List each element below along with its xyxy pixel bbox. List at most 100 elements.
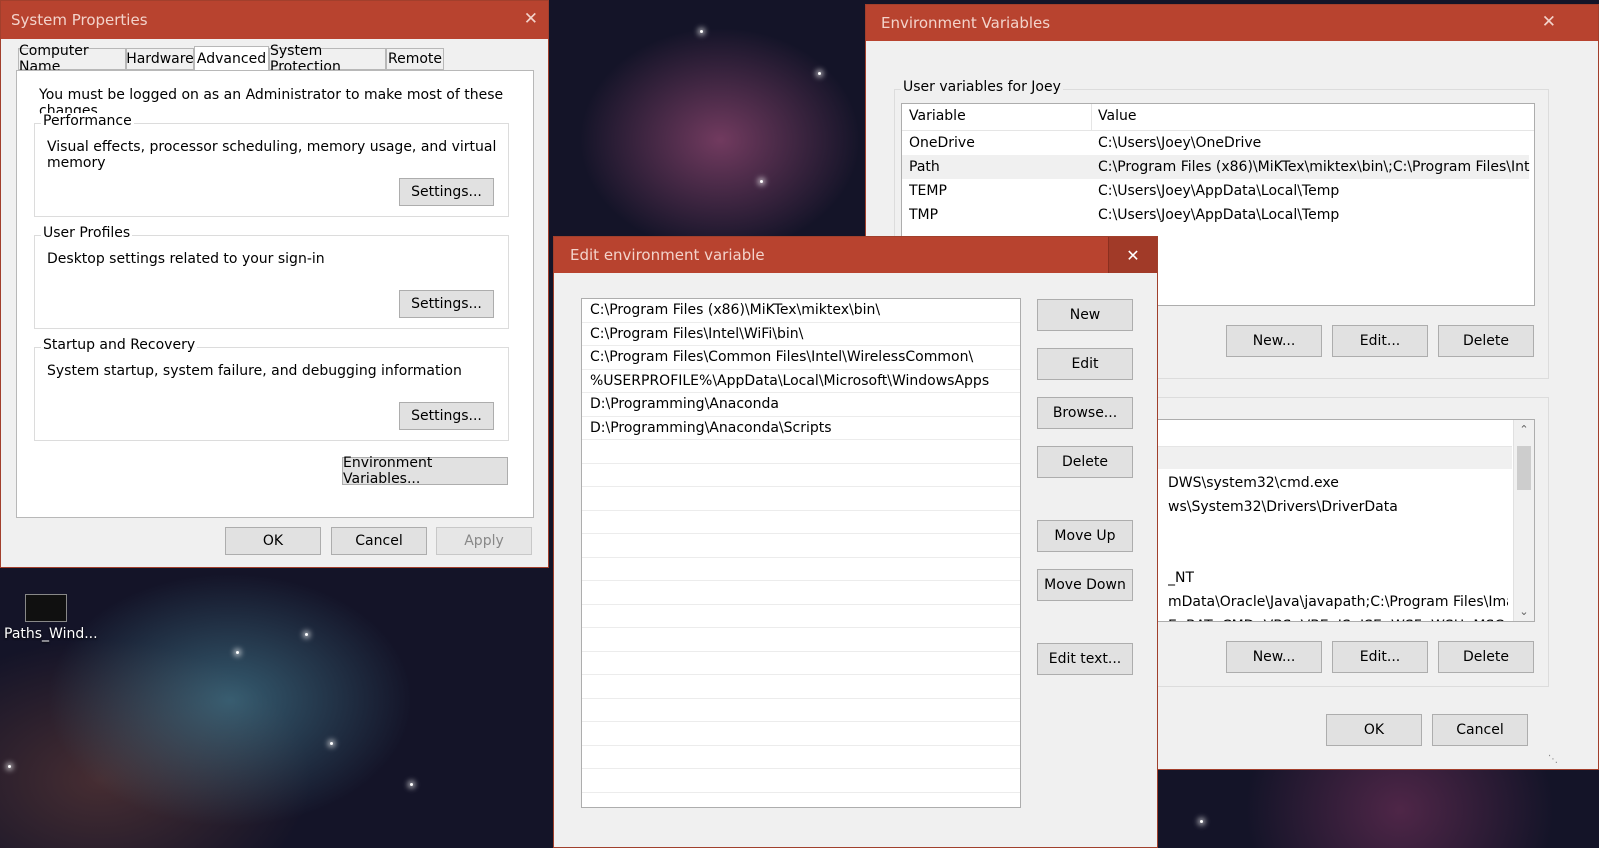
startup-recovery-settings-button[interactable]: Settings...: [399, 402, 494, 430]
empty-list-row: [582, 699, 1020, 722]
list-item[interactable]: C:\Program Files\Intel\WiFi\bin\: [582, 323, 1020, 346]
tab-advanced[interactable]: Advanced: [194, 46, 269, 71]
system-new-button[interactable]: New...: [1226, 641, 1322, 673]
new-button[interactable]: New: [1037, 299, 1133, 331]
tab-remote[interactable]: Remote: [386, 48, 444, 70]
variable-name: Path: [909, 159, 940, 175]
startup-recovery-legend: Startup and Recovery: [41, 337, 198, 353]
ok-button[interactable]: OK: [1326, 714, 1422, 746]
performance-settings-button[interactable]: Settings...: [399, 178, 494, 206]
system-properties-titlebar[interactable]: System Properties ✕: [1, 1, 548, 39]
empty-list-row: [582, 652, 1020, 675]
close-icon[interactable]: ✕: [524, 9, 538, 29]
edit-text-button[interactable]: Edit text...: [1037, 643, 1133, 675]
empty-list-row: [582, 581, 1020, 605]
column-header-variable[interactable]: Variable: [909, 108, 966, 124]
user-profiles-description: Desktop settings related to your sign-in: [47, 251, 325, 267]
close-button[interactable]: ✕: [1108, 237, 1157, 273]
move-up-button[interactable]: Move Up: [1037, 520, 1133, 552]
move-down-button[interactable]: Move Down: [1037, 569, 1133, 601]
window-title: System Properties: [11, 11, 148, 29]
vertical-scrollbar[interactable]: ⌃ ⌄: [1513, 420, 1534, 621]
delete-button[interactable]: Delete: [1037, 446, 1133, 478]
list-item[interactable]: D:\Programming\Anaconda: [582, 393, 1020, 417]
empty-list-row: [582, 487, 1020, 511]
user-profiles-settings-button[interactable]: Settings...: [399, 290, 494, 318]
empty-list-row: [582, 769, 1020, 793]
tab-system-protection[interactable]: System Protection: [269, 43, 386, 75]
edit-button[interactable]: Edit: [1037, 348, 1133, 380]
variable-name: TMP: [909, 207, 939, 223]
user-edit-button[interactable]: Edit...: [1332, 325, 1428, 357]
list-item[interactable]: C:\Program Files\Common Files\Intel\Wire…: [582, 346, 1020, 370]
column-divider[interactable]: [1091, 104, 1092, 130]
terminal-icon: [25, 594, 67, 622]
table-row[interactable]: Path C:\Program Files (x86)\MiKTex\mikte…: [902, 155, 1530, 179]
environment-variables-titlebar[interactable]: Environment Variables ✕: [866, 5, 1598, 41]
table-row[interactable]: TMP C:\Users\Joey\AppData\Local\Temp: [902, 203, 1534, 227]
edit-environment-variable-window: Edit environment variable ✕ C:\Program F…: [553, 236, 1158, 848]
variable-value: C:\Users\Joey\AppData\Local\Temp: [1098, 207, 1340, 223]
advanced-tab-panel: You must be logged on as an Administrato…: [16, 70, 534, 518]
window-title: Edit environment variable: [570, 246, 765, 264]
system-edit-button[interactable]: Edit...: [1332, 641, 1428, 673]
window-title: Environment Variables: [881, 14, 1051, 32]
user-profiles-legend: User Profiles: [41, 225, 133, 241]
empty-list-row: [582, 440, 1020, 464]
system-properties-window: System Properties ✕ Computer Name Hardwa…: [0, 0, 549, 568]
empty-list-row: [582, 746, 1020, 769]
variable-name: TEMP: [909, 183, 947, 199]
variable-value: C:\Users\Joey\AppData\Local\Temp: [1098, 183, 1340, 199]
scrollbar-thumb[interactable]: [1517, 446, 1531, 490]
performance-group: Performance Visual effects, processor sc…: [34, 113, 509, 217]
list-item[interactable]: D:\Programming\Anaconda\Scripts: [582, 417, 1020, 440]
close-icon[interactable]: ✕: [1542, 12, 1556, 32]
empty-list-row: [582, 464, 1020, 487]
variable-value: ws\System32\Drivers\DriverData: [1168, 499, 1398, 515]
user-delete-button[interactable]: Delete: [1438, 325, 1534, 357]
edit-env-titlebar[interactable]: Edit environment variable ✕: [554, 237, 1157, 273]
scroll-up-arrow-icon[interactable]: ⌃: [1514, 423, 1534, 436]
table-row[interactable]: OneDrive C:\Users\Joey\OneDrive: [902, 131, 1534, 155]
scroll-down-arrow-icon[interactable]: ⌄: [1514, 605, 1534, 618]
user-variables-legend: User variables for Joey: [901, 79, 1063, 95]
cancel-button[interactable]: Cancel: [331, 527, 427, 555]
empty-list-row: [582, 511, 1020, 534]
tab-hardware[interactable]: Hardware: [126, 48, 194, 70]
variable-name: OneDrive: [909, 135, 975, 151]
table-row[interactable]: TEMP C:\Users\Joey\AppData\Local\Temp: [902, 179, 1534, 203]
variable-value: _NT: [1168, 570, 1195, 586]
system-delete-button[interactable]: Delete: [1438, 641, 1534, 673]
user-profiles-group: User Profiles Desktop settings related t…: [34, 225, 509, 329]
resize-grip-icon[interactable]: ⋱: [1548, 754, 1558, 765]
list-item[interactable]: C:\Program Files (x86)\MiKTex\miktex\bin…: [582, 299, 1020, 323]
user-new-button[interactable]: New...: [1226, 325, 1322, 357]
close-icon: ✕: [1126, 245, 1140, 265]
table-header: Variable Value: [902, 104, 1534, 131]
startup-recovery-description: System startup, system failure, and debu…: [47, 363, 462, 379]
ok-button[interactable]: OK: [225, 527, 321, 555]
variable-value: C:\Users\Joey\OneDrive: [1098, 135, 1262, 151]
path-entries-list[interactable]: C:\Program Files (x86)\MiKTex\miktex\bin…: [581, 298, 1021, 808]
variable-value: mData\Oracle\Java\javapath;C:\Program Fi…: [1168, 594, 1508, 610]
empty-list-row: [582, 605, 1020, 628]
empty-list-row: [582, 558, 1020, 581]
list-item[interactable]: %USERPROFILE%\AppData\Local\Microsoft\Wi…: [582, 370, 1020, 393]
empty-list-row: [582, 722, 1020, 746]
startup-recovery-group: Startup and Recovery System startup, sys…: [34, 337, 509, 441]
browse-button[interactable]: Browse...: [1037, 397, 1133, 429]
performance-description: Visual effects, processor scheduling, me…: [47, 139, 497, 171]
cancel-button[interactable]: Cancel: [1432, 714, 1528, 746]
variable-value: DWS\system32\cmd.exe: [1168, 475, 1339, 491]
desktop-shortcut-label: Paths_Wind...: [4, 626, 98, 642]
apply-button[interactable]: Apply: [436, 527, 532, 555]
empty-list-row: [582, 534, 1020, 558]
desktop-shortcut[interactable]: Paths_Wind...: [4, 594, 98, 642]
tab-computer-name[interactable]: Computer Name: [18, 43, 126, 75]
empty-list-row: [582, 628, 1020, 652]
column-header-value[interactable]: Value: [1098, 108, 1136, 124]
variable-value: C:\Program Files (x86)\MiKTex\miktex\bin…: [1098, 159, 1530, 175]
variable-value: E;.BAT;.CMD;.VBS;.VBE;.JS;.JSE;.WSF;.WSH…: [1168, 614, 1504, 621]
empty-list-row: [582, 675, 1020, 699]
environment-variables-button[interactable]: Environment Variables...: [342, 455, 508, 487]
